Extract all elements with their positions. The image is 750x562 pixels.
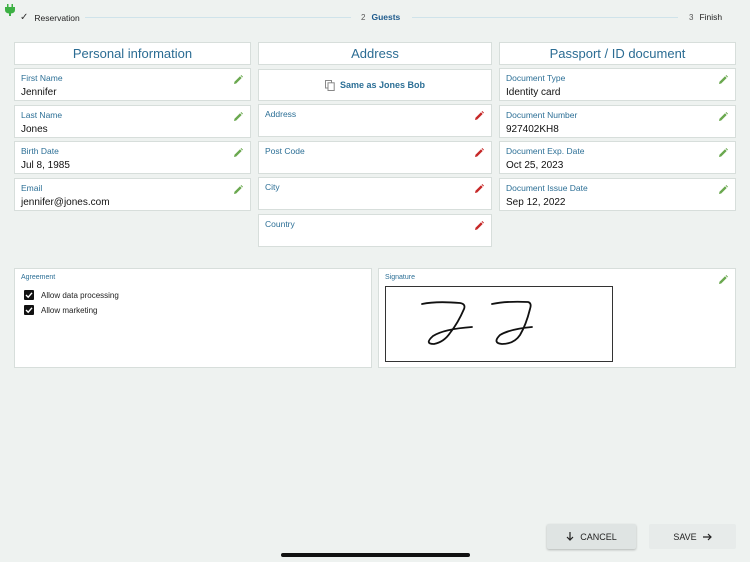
edit-pencil-icon[interactable]: [718, 148, 728, 158]
check-icon: ✓: [20, 12, 29, 23]
same-as-button[interactable]: Same as Jones Bob: [258, 69, 492, 101]
edit-pencil-icon[interactable]: [233, 148, 243, 158]
arrow-down-icon: [566, 532, 574, 541]
cancel-label: CANCEL: [580, 531, 617, 542]
allow-marketing-checkbox[interactable]: Allow marketing: [24, 305, 97, 315]
field-value: Jul 8, 1985: [21, 160, 70, 171]
copy-icon: [324, 79, 335, 91]
field-value: Sep 12, 2022: [506, 197, 566, 208]
address-header: Address: [258, 42, 492, 65]
field-value: Jones: [21, 124, 48, 135]
step-guests[interactable]: 2 Guests: [361, 12, 400, 22]
allow-data-processing-checkbox[interactable]: Allow data processing: [24, 290, 119, 300]
step-finish[interactable]: 3 Finish: [689, 12, 722, 22]
checkbox-checked-icon[interactable]: [24, 305, 34, 315]
field-value: 927402KH8: [506, 124, 559, 135]
document-type-field[interactable]: Document Type Identity card: [499, 68, 736, 101]
edit-pencil-icon[interactable]: [233, 185, 243, 195]
checkbox-checked-icon[interactable]: [24, 290, 34, 300]
arrow-right-icon: [702, 533, 712, 540]
field-label: Document Exp. Date: [506, 146, 585, 156]
field-label: Birth Date: [21, 146, 59, 156]
edit-pencil-icon[interactable]: [718, 75, 728, 85]
save-label: SAVE: [673, 531, 697, 542]
field-label: Country: [265, 219, 295, 229]
edit-pencil-icon[interactable]: [233, 75, 243, 85]
edit-pencil-icon[interactable]: [233, 112, 243, 122]
field-label: Address: [265, 109, 297, 119]
same-as-label: Same as Jones Bob: [339, 80, 426, 90]
field-label: City: [265, 182, 280, 192]
field-label: Email: [21, 183, 43, 193]
progress-stepper: ✓ Reservation 2 Guests 3 Finish: [0, 0, 750, 34]
document-issue-date-field[interactable]: Document Issue Date Sep 12, 2022: [499, 178, 736, 211]
signature-canvas[interactable]: [385, 286, 613, 362]
edit-pencil-icon[interactable]: [474, 221, 484, 231]
field-label: Document Issue Date: [506, 183, 588, 193]
checkbox-label: Allow data processing: [41, 290, 119, 300]
step-label: Guests: [371, 12, 401, 22]
save-button[interactable]: SAVE: [649, 524, 736, 549]
field-value: Oct 25, 2023: [506, 160, 564, 171]
step-number: 2: [361, 12, 366, 22]
edit-pencil-icon[interactable]: [718, 112, 728, 122]
field-label: Document Type: [506, 73, 566, 83]
city-field[interactable]: City: [258, 177, 492, 210]
edit-pencil-icon[interactable]: [718, 185, 728, 195]
address-field[interactable]: Address: [258, 104, 492, 137]
agreement-title: Agreement: [21, 274, 56, 281]
passport-header: Passport / ID document: [499, 42, 736, 65]
field-value: jennifer@jones.com: [21, 197, 110, 208]
cancel-button[interactable]: CANCEL: [547, 524, 636, 549]
post-code-field[interactable]: Post Code: [258, 141, 492, 174]
field-value: Jennifer: [21, 87, 57, 98]
field-label: First Name: [21, 73, 63, 83]
edit-pencil-icon[interactable]: [474, 184, 484, 194]
agreement-panel: Agreement Allow data processing Allow ma…: [14, 268, 372, 368]
field-label: Last Name: [21, 110, 63, 120]
field-label: Document Number: [506, 110, 578, 120]
step-label: Reservation: [34, 12, 80, 23]
document-exp-date-field[interactable]: Document Exp. Date Oct 25, 2023: [499, 141, 736, 174]
signature-panel: Signature: [378, 268, 736, 368]
first-name-field[interactable]: First Name Jennifer: [14, 68, 251, 101]
personal-information-header: Personal information: [14, 42, 251, 65]
step-connector: [412, 17, 678, 18]
step-connector: [85, 17, 351, 18]
edit-pencil-icon[interactable]: [718, 275, 728, 285]
step-reservation[interactable]: ✓ Reservation: [20, 12, 80, 23]
document-number-field[interactable]: Document Number 927402KH8: [499, 105, 736, 138]
last-name-field[interactable]: Last Name Jones: [14, 105, 251, 138]
field-label: Post Code: [265, 146, 305, 156]
birth-date-field[interactable]: Birth Date Jul 8, 1985: [14, 141, 251, 174]
country-field[interactable]: Country: [258, 214, 492, 247]
step-number: 3: [689, 12, 694, 22]
signature-title: Signature: [385, 274, 415, 281]
step-label: Finish: [699, 12, 723, 22]
signature-drawing: [421, 300, 533, 345]
home-indicator: [281, 553, 470, 557]
edit-pencil-icon[interactable]: [474, 111, 484, 121]
edit-pencil-icon[interactable]: [474, 148, 484, 158]
checkbox-label: Allow marketing: [41, 305, 98, 315]
field-value: Identity card: [506, 87, 561, 98]
email-field[interactable]: Email jennifer@jones.com: [14, 178, 251, 211]
